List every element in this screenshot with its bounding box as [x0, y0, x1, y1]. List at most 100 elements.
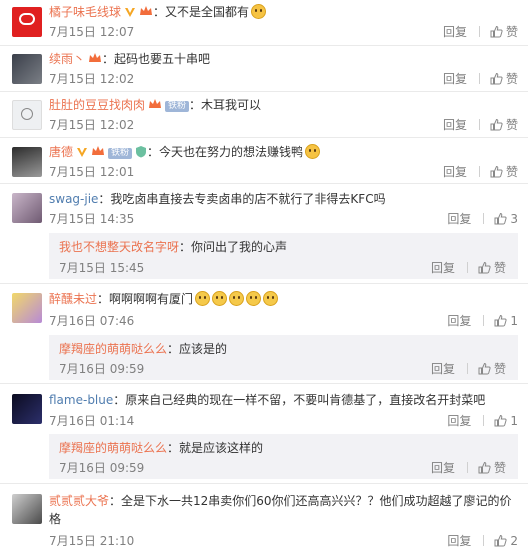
- comment-item: 橘子味毛线球 ：又不是全国都有 7月15日 12:07 回复 赞: [0, 0, 528, 46]
- like-button[interactable]: 3: [494, 212, 518, 226]
- avatar[interactable]: [12, 100, 42, 130]
- username[interactable]: 摩羯座的萌萌哒么么: [59, 342, 167, 356]
- like-button[interactable]: 1: [494, 314, 518, 328]
- emoji-icon: [212, 291, 228, 306]
- username[interactable]: 贰贰贰大爷: [49, 494, 109, 508]
- username[interactable]: 续雨丶: [49, 52, 85, 66]
- timestamp: 7月15日 15:45: [59, 261, 145, 275]
- sub-reply: 摩羯座的萌萌哒么么：就是应该这样的 7月16日 09:59 回复 赞: [49, 434, 518, 479]
- like-count: 赞: [505, 72, 518, 86]
- v-badge-icon: [125, 8, 136, 17]
- username[interactable]: 醉醺未过: [49, 292, 97, 306]
- avatar[interactable]: [12, 293, 42, 323]
- comment-list: 橘子味毛线球 ：又不是全国都有 7月15日 12:07 回复 赞 续雨丶 ：起码也要…: [0, 0, 528, 552]
- divider: [478, 119, 480, 130]
- like-button[interactable]: 赞: [490, 163, 518, 180]
- reply-button[interactable]: 回复: [431, 259, 455, 276]
- thumbs-up-icon: [494, 534, 507, 547]
- crown-icon: [140, 6, 153, 15]
- comment-text: ：啊啊啊啊有厦门: [97, 292, 194, 306]
- thumbs-up-icon: [478, 261, 491, 274]
- username[interactable]: 肚肚的豆豆找肉肉: [49, 98, 145, 112]
- divider: [478, 166, 480, 177]
- emoji-icon: [263, 291, 279, 306]
- thumbs-up-icon: [490, 165, 503, 178]
- like-button[interactable]: 1: [494, 414, 518, 428]
- reply-button[interactable]: 回复: [447, 412, 471, 429]
- like-button[interactable]: 赞: [478, 259, 506, 276]
- reply-button[interactable]: 回复: [443, 23, 467, 40]
- thumbs-up-icon: [490, 72, 503, 85]
- like-count: 赞: [505, 118, 518, 132]
- like-count: 1: [510, 313, 518, 328]
- reply-button[interactable]: 回复: [431, 360, 455, 377]
- comment-item: 贰贰贰大爷：全是下水一共12串卖你们60你们还高高兴兴？？他们成功超越了廖记的价…: [0, 484, 528, 552]
- sub-reply: 摩羯座的萌萌哒么么：应该是的 7月16日 09:59 回复 赞: [49, 335, 518, 380]
- divider: [478, 26, 480, 37]
- reply-button[interactable]: 回复: [447, 532, 471, 549]
- username[interactable]: swag-jie: [49, 192, 98, 206]
- like-count: 赞: [493, 261, 506, 275]
- comment-text: ：木耳我可以: [189, 98, 262, 112]
- thumbs-up-icon: [494, 212, 507, 225]
- username[interactable]: 唐德: [49, 145, 73, 159]
- timestamp: 7月16日 07:46: [49, 314, 135, 328]
- like-button[interactable]: 赞: [490, 70, 518, 87]
- username[interactable]: flame-blue: [49, 393, 113, 407]
- comment-item: 续雨丶 ：起码也要五十串吧 7月15日 12:02 回复 赞: [0, 46, 528, 92]
- thumbs-up-icon: [494, 414, 507, 427]
- avatar[interactable]: [12, 54, 42, 84]
- comment-item: swag-jie：我吃卤串直接去专卖卤串的店不就行了非得去KFC吗 7月15日 …: [0, 184, 528, 284]
- emoji-icon: [229, 291, 245, 306]
- like-count: 赞: [505, 25, 518, 39]
- sub-reply: 我也不想整天改名字呀：你问出了我的心声 7月15日 15:45 回复 赞: [49, 233, 518, 279]
- like-count: 赞: [493, 362, 506, 376]
- reply-button[interactable]: 回复: [443, 163, 467, 180]
- comment-item: 唐德 铁粉 ：今天也在努力的想法赚钱鸭 7月15日 12:01 回复 赞: [0, 138, 528, 184]
- comment-text: ：起码也要五十串吧: [102, 52, 211, 66]
- thumbs-up-icon: [478, 461, 491, 474]
- timestamp: 7月15日 12:01: [49, 165, 135, 179]
- divider: [483, 535, 485, 546]
- thumbs-up-icon: [490, 25, 503, 38]
- emoji-icon: [305, 144, 321, 159]
- divider: [466, 462, 468, 473]
- comment-item: flame-blue：原来自己经典的现在一样不留，不要叫肯德基了，直接改名开封菜…: [0, 384, 528, 484]
- comment-text: ：今天也在努力的想法赚钱鸭: [147, 145, 304, 159]
- comment-text: ：全是下水一共12串卖你们60你们还高高兴兴？？他们成功超越了廖记的价格: [49, 494, 512, 526]
- crown-icon: [92, 146, 105, 155]
- like-button[interactable]: 赞: [478, 360, 506, 377]
- avatar[interactable]: [12, 193, 42, 223]
- divider: [483, 315, 485, 326]
- thumbs-up-icon: [478, 362, 491, 375]
- thumbs-up-icon: [494, 314, 507, 327]
- timestamp: 7月16日 01:14: [49, 414, 135, 428]
- fan-badge: 铁粉: [165, 101, 190, 112]
- reply-button[interactable]: 回复: [443, 70, 467, 87]
- avatar[interactable]: [12, 7, 42, 37]
- reply-button[interactable]: 回复: [443, 116, 467, 133]
- reply-button[interactable]: 回复: [431, 459, 455, 476]
- avatar[interactable]: [12, 394, 42, 424]
- divider: [466, 262, 468, 273]
- avatar[interactable]: [12, 494, 42, 524]
- username[interactable]: 我也不想整天改名字呀: [59, 240, 179, 254]
- timestamp: 7月15日 12:02: [49, 118, 135, 132]
- comment-text: ：你问出了我的心声: [179, 240, 288, 254]
- like-button[interactable]: 赞: [490, 23, 518, 40]
- like-button[interactable]: 2: [494, 534, 518, 548]
- comment-text: ：又不是全国都有: [153, 5, 250, 19]
- like-button[interactable]: 赞: [478, 459, 506, 476]
- avatar[interactable]: [12, 147, 42, 177]
- reply-button[interactable]: 回复: [447, 210, 471, 227]
- reply-button[interactable]: 回复: [447, 312, 471, 329]
- username[interactable]: 橘子味毛线球: [49, 5, 121, 19]
- shield-icon: [136, 146, 147, 158]
- divider: [483, 213, 485, 224]
- like-button[interactable]: 赞: [490, 116, 518, 133]
- divider: [466, 363, 468, 374]
- fan-badge: 铁粉: [108, 148, 133, 159]
- username[interactable]: 摩羯座的萌萌哒么么: [59, 441, 167, 455]
- like-count: 2: [510, 533, 518, 548]
- emoji-icon: [195, 291, 211, 306]
